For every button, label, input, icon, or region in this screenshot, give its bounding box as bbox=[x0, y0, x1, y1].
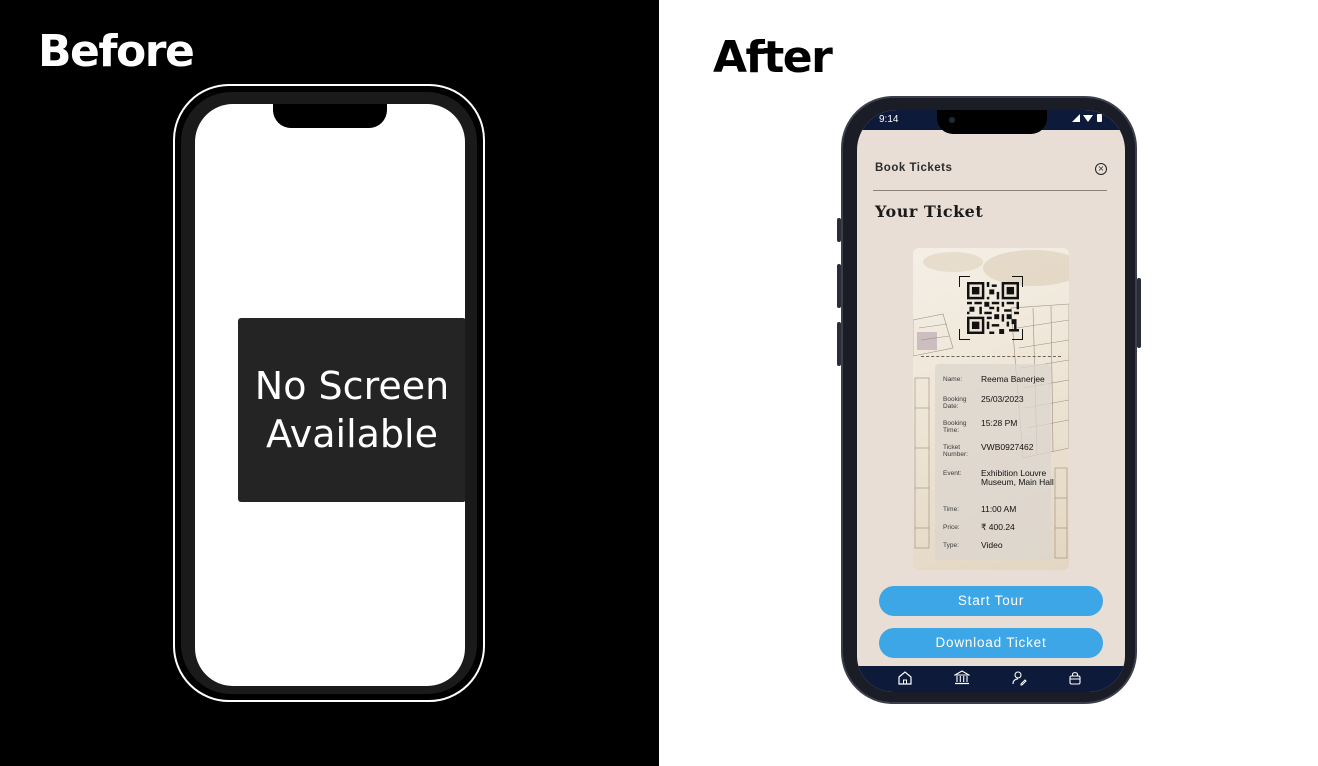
side-button bbox=[837, 322, 841, 366]
download-ticket-button[interactable]: Download Ticket bbox=[879, 628, 1103, 658]
field-value: Exhibition Louvre Museum, Main Hall bbox=[981, 468, 1054, 487]
field-label: Time: bbox=[943, 506, 960, 513]
field-value: ₹ 400.24 bbox=[981, 522, 1015, 532]
bottom-tab-bar bbox=[857, 666, 1125, 692]
field-label: Ticket Number: bbox=[943, 444, 968, 458]
before-phone-mockup: No Screen Available bbox=[173, 84, 485, 702]
field-label: Name: bbox=[943, 376, 963, 383]
camera-icon bbox=[949, 117, 955, 123]
signal-wifi-battery-icon bbox=[1072, 114, 1102, 122]
field-label: Booking Time: bbox=[943, 420, 967, 434]
field-value: VWB0927462 bbox=[981, 442, 1034, 452]
phone-notch bbox=[273, 104, 387, 128]
before-heading: Before bbox=[38, 26, 195, 77]
field-value: 25/03/2023 bbox=[981, 394, 1024, 404]
after-heading: After bbox=[713, 32, 833, 83]
placeholder-line-1: No Screen bbox=[254, 364, 450, 408]
field-label: Type: bbox=[943, 542, 959, 549]
before-panel: Before No Screen Available bbox=[0, 0, 659, 766]
bag-icon[interactable] bbox=[1067, 670, 1085, 688]
field-label: Event: bbox=[943, 470, 962, 477]
placeholder-line-2: Available bbox=[265, 412, 438, 456]
museum-icon[interactable] bbox=[954, 670, 972, 688]
app-screen: 9:14 Book Tickets × Your Ticket Name: Re… bbox=[857, 110, 1125, 692]
side-button bbox=[837, 218, 841, 242]
no-screen-placeholder: No Screen Available bbox=[238, 318, 465, 502]
ticket-info-card: Name: Reema Banerjee Booking Date: 25/03… bbox=[935, 364, 1054, 560]
side-button bbox=[837, 264, 841, 308]
start-tour-button[interactable]: Start Tour bbox=[879, 586, 1103, 616]
ticket-perforation bbox=[921, 356, 1061, 357]
field-value: 11:00 AM bbox=[981, 504, 1017, 514]
user-edit-icon[interactable] bbox=[1011, 670, 1029, 688]
field-label: Booking Date: bbox=[943, 396, 967, 410]
qr-code-icon bbox=[959, 276, 1023, 340]
field-value: Video bbox=[981, 540, 1003, 550]
page-title: Your Ticket bbox=[875, 202, 984, 221]
header-title: Book Tickets bbox=[875, 162, 953, 174]
field-label: Price: bbox=[943, 524, 960, 531]
phone-screen: No Screen Available bbox=[195, 104, 465, 686]
status-icons bbox=[1071, 113, 1105, 126]
field-value: 15:28 PM bbox=[981, 418, 1018, 428]
close-circle-icon[interactable]: × bbox=[1095, 163, 1107, 175]
phone-notch bbox=[937, 110, 1047, 134]
field-value: Reema Banerjee bbox=[981, 374, 1045, 384]
side-button bbox=[1137, 278, 1141, 348]
home-icon[interactable] bbox=[897, 670, 915, 688]
after-phone-mockup: 9:14 Book Tickets × Your Ticket Name: Re… bbox=[837, 96, 1141, 704]
ticket-card: Name: Reema Banerjee Booking Date: 25/03… bbox=[913, 248, 1069, 570]
header-divider bbox=[873, 190, 1107, 191]
status-time: 9:14 bbox=[879, 114, 899, 125]
